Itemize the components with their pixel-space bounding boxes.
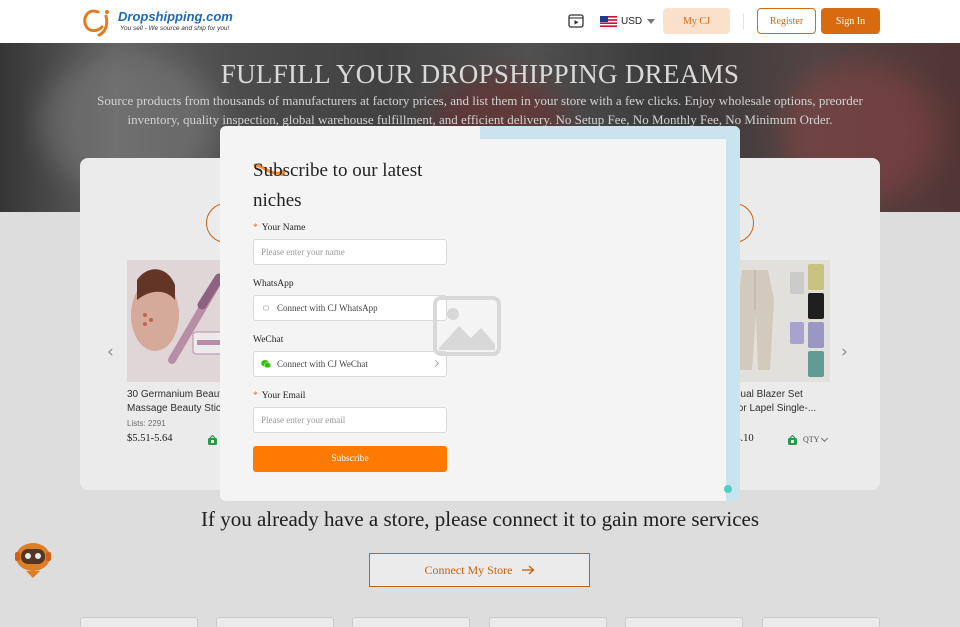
modal-accent-band: [726, 126, 740, 501]
whatsapp-label: WhatsApp: [253, 279, 294, 289]
chevron-right-icon: [431, 359, 440, 368]
your-email-label: * Your Email: [253, 391, 306, 401]
image-placeholder-icon: [433, 296, 501, 356]
name-input[interactable]: Please enter your name: [253, 239, 447, 265]
us-flag-icon: [600, 15, 617, 27]
subscribe-button[interactable]: Subscribe: [253, 446, 447, 472]
logo-tagline: You sell - We source and ship for you!: [120, 25, 230, 32]
chevron-down-icon: [647, 18, 656, 24]
wechat-icon: [261, 360, 271, 369]
cj-logo-icon: [83, 9, 109, 37]
whatsapp-icon: [263, 305, 269, 311]
whatsapp-button-label: Connect with CJ WhatsApp: [277, 303, 378, 313]
subscribe-modal: Subscribe to our latest niches * Your Nam…: [220, 126, 740, 501]
wechat-connect-button[interactable]: Connect with CJ WeChat: [253, 351, 447, 377]
logo-name: Dropshipping.com: [118, 9, 233, 24]
my-cj-button[interactable]: My CJ: [663, 8, 730, 34]
modal-decoration-dot: [724, 485, 732, 493]
your-name-label: * Your Name: [253, 223, 306, 233]
whatsapp-connect-button[interactable]: Connect with CJ WhatsApp: [253, 295, 447, 321]
register-button[interactable]: Register: [757, 8, 816, 34]
nav-divider: [743, 13, 744, 30]
modal-title: Subscribe to our latest niches: [253, 160, 423, 211]
email-input[interactable]: Please enter your email: [253, 407, 447, 433]
required-mark: *: [253, 391, 258, 401]
top-nav-bar: Dropshipping.com You sell - We source an…: [0, 0, 960, 43]
required-mark: *: [253, 223, 258, 233]
wechat-button-label: Connect with CJ WeChat: [277, 359, 368, 369]
sign-in-button[interactable]: Sign In: [821, 8, 880, 34]
wechat-label: WeChat: [253, 335, 284, 345]
logo[interactable]: Dropshipping.com You sell - We source an…: [80, 6, 233, 38]
currency-label: USD: [621, 15, 643, 27]
video-icon[interactable]: [568, 13, 584, 28]
currency-selector[interactable]: USD: [600, 14, 656, 28]
modal-accent-band: [480, 126, 740, 139]
